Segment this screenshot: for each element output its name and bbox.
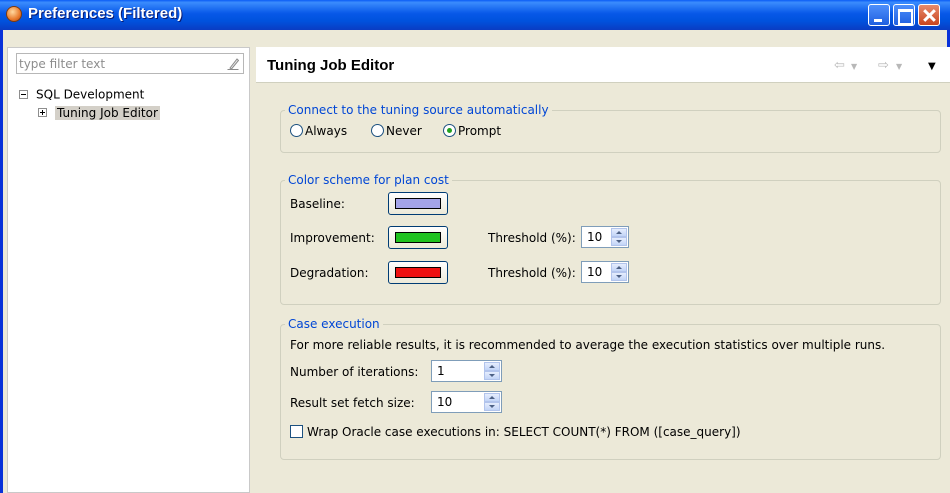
- tree-item-label: Tuning Job Editor: [55, 105, 160, 120]
- radio-label: Prompt: [458, 123, 502, 138]
- preference-page: Tuning Job Editor ⇦ ▼ ⇨ ▼ ▼ Connect to t…: [256, 47, 950, 493]
- radio-never[interactable]: Never: [371, 123, 422, 138]
- maximize-button[interactable]: [893, 4, 915, 26]
- eraser-icon[interactable]: [227, 57, 239, 70]
- case-group-legend: Case execution: [288, 317, 380, 331]
- baseline-color-button[interactable]: [388, 192, 448, 215]
- improvement-swatch: [395, 232, 441, 243]
- radio-prompt[interactable]: Prompt: [443, 123, 501, 138]
- baseline-label: Baseline:: [290, 197, 345, 211]
- spin-up-icon[interactable]: [484, 362, 500, 371]
- radio-circle[interactable]: [443, 124, 456, 137]
- wrap-checkbox-label: Wrap Oracle case executions in: SELECT C…: [307, 424, 741, 439]
- preferences-window: Preferences (Filtered) SQL Development T…: [0, 0, 950, 493]
- close-button[interactable]: [918, 4, 940, 26]
- preference-tree-pane: SQL Development Tuning Job Editor: [7, 47, 250, 493]
- tree-item-sql-development[interactable]: SQL Development: [19, 87, 144, 104]
- wrap-checkbox[interactable]: [290, 425, 303, 438]
- degradation-label: Degradation:: [290, 266, 369, 280]
- spin-down-icon[interactable]: [611, 272, 627, 281]
- collapse-icon[interactable]: [19, 90, 28, 99]
- spinner-buttons: [611, 228, 627, 246]
- degradation-swatch: [395, 267, 441, 278]
- app-icon: [6, 6, 22, 22]
- degradation-color-button[interactable]: [388, 261, 448, 284]
- spinner-buttons: [484, 393, 500, 411]
- case-description: For more reliable results, it is recomme…: [290, 338, 886, 352]
- spinner-value: 1: [437, 364, 445, 378]
- iterations-label: Number of iterations:: [290, 365, 419, 379]
- color-group-legend: Color scheme for plan cost: [288, 173, 449, 187]
- spin-up-icon[interactable]: [611, 228, 627, 237]
- wrap-checkbox-row[interactable]: Wrap Oracle case executions in: SELECT C…: [290, 424, 741, 439]
- spin-down-icon[interactable]: [484, 371, 500, 380]
- spinner-value: 10: [587, 230, 603, 244]
- forward-dropdown-icon[interactable]: ▼: [896, 62, 902, 71]
- improvement-label: Improvement:: [290, 231, 375, 245]
- spin-up-icon[interactable]: [484, 393, 500, 402]
- page-title: Tuning Job Editor: [267, 57, 395, 74]
- minimize-button[interactable]: [868, 4, 890, 26]
- tree-item-tuning-job-editor[interactable]: Tuning Job Editor: [38, 105, 160, 122]
- title-bar[interactable]: Preferences (Filtered): [0, 0, 950, 30]
- radio-circle[interactable]: [371, 124, 384, 137]
- improvement-threshold-spinner[interactable]: 10: [581, 226, 629, 248]
- tree-item-label: SQL Development: [36, 87, 145, 102]
- radio-label: Never: [386, 123, 422, 138]
- baseline-swatch: [395, 198, 441, 209]
- back-arrow-icon[interactable]: ⇦: [834, 58, 845, 73]
- improvement-color-button[interactable]: [388, 226, 448, 249]
- case-execution-group: Case execution For more reliable results…: [280, 317, 941, 460]
- spinner-value: 10: [437, 395, 453, 409]
- fetch-size-spinner[interactable]: 10: [431, 391, 502, 413]
- connect-group-legend: Connect to the tuning source automatical…: [288, 103, 549, 117]
- filter-box: [16, 53, 244, 74]
- page-header: Tuning Job Editor ⇦ ▼ ⇨ ▼ ▼: [256, 47, 950, 83]
- color-scheme-group: Color scheme for plan cost Baseline: Imp…: [280, 173, 941, 305]
- spinner-buttons: [484, 362, 500, 380]
- fetch-size-label: Result set fetch size:: [290, 396, 415, 410]
- spin-down-icon[interactable]: [484, 402, 500, 411]
- filter-input[interactable]: [19, 56, 219, 71]
- view-menu-icon[interactable]: ▼: [928, 61, 936, 72]
- radio-always[interactable]: Always: [290, 123, 347, 138]
- degradation-threshold-label: Threshold (%):: [488, 266, 576, 280]
- degradation-threshold-spinner[interactable]: 10: [581, 261, 629, 283]
- window-title: Preferences (Filtered): [28, 5, 183, 22]
- radio-circle[interactable]: [290, 124, 303, 137]
- spin-up-icon[interactable]: [611, 263, 627, 272]
- back-dropdown-icon[interactable]: ▼: [851, 62, 857, 71]
- forward-arrow-icon[interactable]: ⇨: [878, 58, 889, 73]
- spinner-value: 10: [587, 265, 603, 279]
- connect-group: Connect to the tuning source automatical…: [280, 103, 941, 153]
- spinner-buttons: [611, 263, 627, 281]
- radio-label: Always: [305, 123, 348, 138]
- improvement-threshold-label: Threshold (%):: [488, 231, 576, 245]
- iterations-spinner[interactable]: 1: [431, 360, 502, 382]
- expand-icon[interactable]: [38, 108, 47, 117]
- spin-down-icon[interactable]: [611, 237, 627, 246]
